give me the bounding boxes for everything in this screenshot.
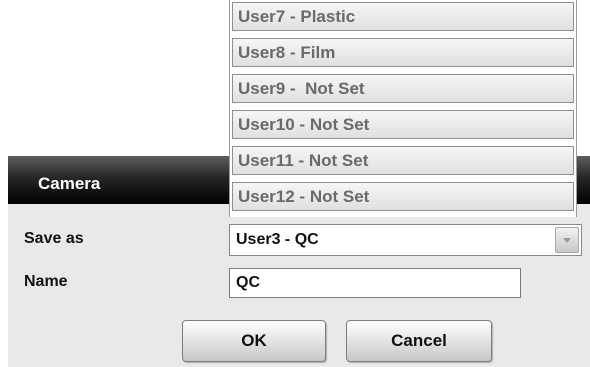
ok-button[interactable]: OK [182,320,326,362]
save-as-selected-value: User3 - QC [236,231,319,248]
dropdown-toggle-button[interactable] [555,227,579,253]
dialog-title: Camera [38,174,101,193]
dropdown-option-user12[interactable]: User12 - Not Set [232,182,574,211]
save-as-select[interactable]: User3 - QC [229,224,582,256]
name-input[interactable] [229,268,521,298]
dropdown-option-user7[interactable]: User7 - Plastic [232,2,574,31]
dropdown-option-user8[interactable]: User8 - Film [232,38,574,67]
dropdown-option-user10[interactable]: User10 - Not Set [232,110,574,139]
save-as-label: Save as [24,230,84,247]
dropdown-option-user11[interactable]: User11 - Not Set [232,146,574,175]
chevron-down-icon [563,238,571,243]
dropdown-option-user9[interactable]: User9 - Not Set [232,74,574,103]
save-as-dropdown-list: User7 - Plastic User8 - Film User9 - Not… [229,0,577,217]
name-label: Name [24,273,68,290]
cancel-button[interactable]: Cancel [346,320,492,362]
